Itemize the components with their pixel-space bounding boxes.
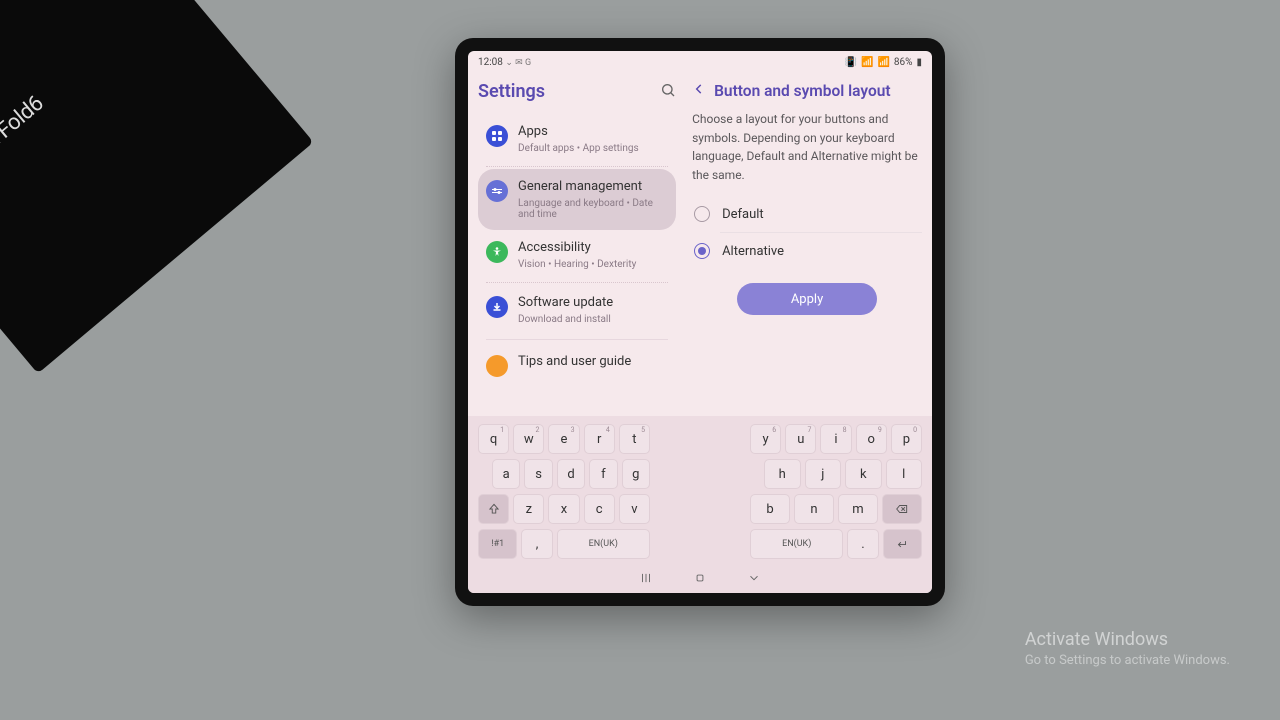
apply-button[interactable]: Apply — [737, 283, 877, 315]
radio-label: Alternative — [722, 244, 784, 259]
key-i[interactable]: i8 — [820, 424, 851, 454]
radio-option-default[interactable]: Default — [692, 196, 922, 232]
settings-title: Settings — [478, 81, 545, 102]
battery-text: 86% — [894, 57, 913, 68]
key-comma[interactable]: , — [521, 529, 552, 559]
vibrate-icon: 📳 — [845, 57, 857, 68]
backdrop-box: Galaxy Z Fold6 — [0, 0, 314, 374]
radio-label: Default — [722, 207, 764, 222]
accessibility-icon — [486, 241, 508, 263]
device-frame: 12:08 ⌄ ✉ G 📳 📶 📶 86% ▮ Settings — [455, 38, 945, 606]
key-s[interactable]: s — [524, 459, 552, 489]
radio-icon — [694, 243, 710, 259]
key-lang-left[interactable]: EN(UK) — [557, 529, 650, 559]
key-t[interactable]: t5 — [619, 424, 650, 454]
key-x[interactable]: x — [548, 494, 579, 524]
key-a[interactable]: a — [492, 459, 520, 489]
wifi-icon: 📶 — [861, 57, 873, 68]
keyboard: q1 w2 e3 r4 t5 a s d f g — [468, 416, 932, 565]
key-lang-right[interactable]: EN(UK) — [750, 529, 843, 559]
activate-windows-watermark: Activate Windows Go to Settings to activ… — [1025, 627, 1230, 670]
key-z[interactable]: z — [513, 494, 544, 524]
key-f[interactable]: f — [589, 459, 617, 489]
sidebar-item-label: Apps — [518, 124, 639, 141]
nav-keyboard-hide[interactable] — [747, 570, 761, 589]
signal-icon: 📶 — [877, 57, 889, 68]
tips-icon — [486, 355, 508, 377]
back-icon[interactable] — [692, 81, 706, 100]
backdrop-box-brand: Galaxy Z Fold6 — [0, 91, 48, 198]
settings-list-pane: Settings Apps Default apps • App setting… — [468, 73, 686, 416]
watermark-line2: Go to Settings to activate Windows. — [1025, 652, 1230, 670]
sidebar-item-sub: Vision • Hearing • Dexterity — [518, 259, 636, 270]
key-p[interactable]: p0 — [891, 424, 922, 454]
keyboard-right-half: y6 u7 i8 o9 p0 h j k l b n — [750, 424, 922, 559]
key-n[interactable]: n — [794, 494, 834, 524]
radio-option-alternative[interactable]: Alternative — [692, 233, 922, 269]
sidebar-item-label: Software update — [518, 295, 613, 312]
key-backspace[interactable] — [882, 494, 922, 524]
key-l[interactable]: l — [886, 459, 923, 489]
key-j[interactable]: j — [805, 459, 842, 489]
device-screen: 12:08 ⌄ ✉ G 📳 📶 📶 86% ▮ Settings — [468, 51, 932, 593]
key-enter[interactable] — [883, 529, 922, 559]
key-u[interactable]: u7 — [785, 424, 816, 454]
key-v[interactable]: v — [619, 494, 650, 524]
detail-title: Button and symbol layout — [714, 82, 891, 100]
update-icon — [486, 296, 508, 318]
key-w[interactable]: w2 — [513, 424, 544, 454]
keyboard-left-half: q1 w2 e3 r4 t5 a s d f g — [478, 424, 650, 559]
key-g[interactable]: g — [622, 459, 650, 489]
search-icon[interactable] — [660, 82, 676, 102]
detail-description: Choose a layout for your buttons and sym… — [692, 110, 922, 184]
sidebar-item-label: General management — [518, 179, 668, 196]
key-m[interactable]: m — [838, 494, 878, 524]
sidebar-item-software-update[interactable]: Software update Download and install — [478, 285, 676, 335]
sidebar-item-general-management[interactable]: General management Language and keyboard… — [478, 169, 676, 230]
status-time: 12:08 ⌄ ✉ G — [478, 57, 531, 68]
watermark-line1: Activate Windows — [1025, 627, 1230, 652]
nav-recents[interactable] — [639, 570, 653, 589]
key-r[interactable]: r4 — [584, 424, 615, 454]
nav-home[interactable] — [693, 570, 707, 589]
key-h[interactable]: h — [764, 459, 801, 489]
sidebar-item-label: Tips and user guide — [518, 354, 631, 371]
status-right: 📳 📶 📶 86% ▮ — [845, 57, 922, 68]
sidebar-item-sub: Download and install — [518, 314, 613, 325]
key-o[interactable]: o9 — [856, 424, 887, 454]
radio-icon — [694, 206, 710, 222]
sidebar-item-accessibility[interactable]: Accessibility Vision • Hearing • Dexteri… — [478, 230, 676, 280]
status-bar: 12:08 ⌄ ✉ G 📳 📶 📶 86% ▮ — [468, 51, 932, 73]
detail-pane: Button and symbol layout Choose a layout… — [686, 73, 932, 416]
key-symbols[interactable]: !#1 — [478, 529, 517, 559]
sidebar-item-sub: Language and keyboard • Date and time — [518, 198, 668, 220]
nav-bar — [468, 565, 932, 593]
sidebar-item-tips[interactable]: Tips and user guide — [478, 344, 676, 387]
key-k[interactable]: k — [845, 459, 882, 489]
key-period[interactable]: . — [847, 529, 878, 559]
key-y[interactable]: y6 — [750, 424, 781, 454]
key-shift[interactable] — [478, 494, 509, 524]
key-q[interactable]: q1 — [478, 424, 509, 454]
battery-icon: ▮ — [916, 57, 922, 68]
apps-icon — [486, 125, 508, 147]
key-c[interactable]: c — [584, 494, 615, 524]
key-b[interactable]: b — [750, 494, 790, 524]
sidebar-item-apps[interactable]: Apps Default apps • App settings — [478, 114, 676, 164]
sidebar-item-sub: Default apps • App settings — [518, 143, 639, 154]
key-e[interactable]: e3 — [548, 424, 579, 454]
key-d[interactable]: d — [557, 459, 585, 489]
sidebar-item-label: Accessibility — [518, 240, 636, 257]
general-icon — [486, 180, 508, 202]
